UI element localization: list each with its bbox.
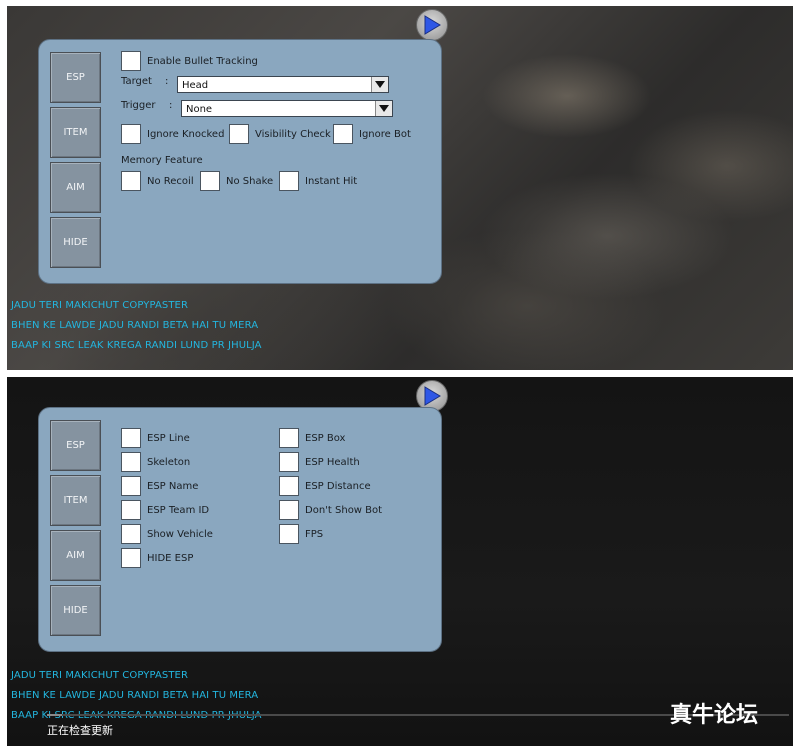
banner-line-2: BHEN KE LAWDE JADU RANDI BETA HAI TU MER… bbox=[11, 320, 259, 331]
ignore-knocked-label: Ignore Knocked bbox=[147, 128, 225, 140]
ignore-bot-label: Ignore Bot bbox=[359, 128, 411, 140]
ignore-knocked-checkbox[interactable] bbox=[121, 124, 141, 144]
no-recoil-option[interactable]: No Recoil bbox=[121, 171, 194, 191]
tab-hide[interactable]: HIDE bbox=[50, 217, 101, 268]
hide-esp-checkbox[interactable] bbox=[121, 548, 141, 568]
trigger-select-value: None bbox=[186, 104, 213, 115]
banner-line-1: JADU TERI MAKICHUT COPYPASTER bbox=[11, 670, 189, 681]
play-arrow-icon bbox=[424, 386, 441, 406]
ignore-bot-checkbox[interactable] bbox=[333, 124, 353, 144]
esp-distance-option[interactable]: ESP Distance bbox=[279, 476, 371, 496]
esp-name-option[interactable]: ESP Name bbox=[121, 476, 198, 496]
update-progress-fill bbox=[47, 714, 62, 716]
fps-checkbox[interactable] bbox=[279, 524, 299, 544]
esp-box-option[interactable]: ESP Box bbox=[279, 428, 345, 448]
banner-line-2: BHEN KE LAWDE JADU RANDI BETA HAI TU MER… bbox=[11, 690, 259, 701]
esp-line-checkbox[interactable] bbox=[121, 428, 141, 448]
no-shake-label: No Shake bbox=[226, 175, 274, 187]
menu-toggle-button[interactable] bbox=[416, 9, 448, 41]
visibility-check-label: Visibility Check bbox=[255, 128, 331, 140]
show-vehicle-option[interactable]: Show Vehicle bbox=[121, 524, 213, 544]
trigger-label: Trigger bbox=[121, 100, 156, 111]
target-select-value: Head bbox=[182, 80, 209, 91]
screenshot-esp-panel: ESP ITEM AIM HIDE ESP Line Skeleton ESP … bbox=[7, 377, 793, 746]
target-select[interactable]: Head bbox=[177, 76, 389, 93]
esp-line-option[interactable]: ESP Line bbox=[121, 428, 190, 448]
banner-line-3: BAAP KI SRC LEAK KREGA RANDI LUND PR JHU… bbox=[11, 340, 262, 351]
banner-line-1: JADU TERI MAKICHUT COPYPASTER bbox=[11, 300, 189, 311]
esp-health-label: ESP Health bbox=[305, 456, 360, 468]
esp-team-id-label: ESP Team ID bbox=[147, 504, 210, 516]
instant-hit-label: Instant Hit bbox=[305, 175, 358, 187]
trigger-colon: : bbox=[169, 100, 173, 111]
triangle-down-icon[interactable] bbox=[375, 101, 392, 116]
dont-show-bot-label: Don't Show Bot bbox=[305, 504, 383, 516]
triangle-down-icon[interactable] bbox=[371, 77, 388, 92]
esp-box-checkbox[interactable] bbox=[279, 428, 299, 448]
fps-option[interactable]: FPS bbox=[279, 524, 323, 544]
no-shake-option[interactable]: No Shake bbox=[200, 171, 273, 191]
tab-aim[interactable]: AIM bbox=[50, 530, 101, 581]
esp-distance-label: ESP Distance bbox=[305, 480, 371, 492]
esp-name-label: ESP Name bbox=[147, 480, 199, 492]
update-status-text: 正在检查更新 bbox=[47, 724, 113, 737]
tab-item[interactable]: ITEM bbox=[50, 475, 101, 526]
esp-line-label: ESP Line bbox=[147, 432, 190, 444]
esp-distance-checkbox[interactable] bbox=[279, 476, 299, 496]
no-recoil-label: No Recoil bbox=[147, 175, 194, 187]
skeleton-label: Skeleton bbox=[147, 456, 191, 468]
trigger-select[interactable]: None bbox=[181, 100, 393, 117]
memory-feature-label: Memory Feature bbox=[121, 155, 203, 166]
ignore-bot-option[interactable]: Ignore Bot bbox=[333, 124, 411, 144]
esp-team-id-checkbox[interactable] bbox=[121, 500, 141, 520]
show-vehicle-label: Show Vehicle bbox=[147, 528, 213, 540]
tab-item[interactable]: ITEM bbox=[50, 107, 101, 158]
tab-esp[interactable]: ESP bbox=[50, 420, 101, 471]
no-recoil-checkbox[interactable] bbox=[121, 171, 141, 191]
fps-label: FPS bbox=[305, 528, 324, 540]
instant-hit-checkbox[interactable] bbox=[279, 171, 299, 191]
instant-hit-option[interactable]: Instant Hit bbox=[279, 171, 357, 191]
enable-bullet-tracking-option[interactable]: Enable Bullet Tracking bbox=[121, 51, 258, 71]
mod-menu-panel: ESP ITEM AIM HIDE ESP Line Skeleton ESP … bbox=[38, 407, 442, 652]
esp-health-option[interactable]: ESP Health bbox=[279, 452, 360, 472]
skeleton-checkbox[interactable] bbox=[121, 452, 141, 472]
esp-name-checkbox[interactable] bbox=[121, 476, 141, 496]
hide-esp-label: HIDE ESP bbox=[147, 552, 194, 564]
enable-bullet-tracking-label: Enable Bullet Tracking bbox=[147, 55, 258, 67]
enable-bullet-tracking-checkbox[interactable] bbox=[121, 51, 141, 71]
tab-esp[interactable]: ESP bbox=[50, 52, 101, 103]
target-colon: : bbox=[165, 76, 169, 87]
mod-menu-panel: ESP ITEM AIM HIDE Enable Bullet Tracking… bbox=[38, 39, 442, 284]
esp-health-checkbox[interactable] bbox=[279, 452, 299, 472]
tab-aim[interactable]: AIM bbox=[50, 162, 101, 213]
visibility-check-checkbox[interactable] bbox=[229, 124, 249, 144]
screenshot-aim-panel: ESP ITEM AIM HIDE Enable Bullet Tracking… bbox=[7, 6, 793, 370]
skeleton-option[interactable]: Skeleton bbox=[121, 452, 190, 472]
ignore-knocked-option[interactable]: Ignore Knocked bbox=[121, 124, 224, 144]
esp-box-label: ESP Box bbox=[305, 432, 346, 444]
hide-esp-option[interactable]: HIDE ESP bbox=[121, 548, 193, 568]
tab-hide[interactable]: HIDE bbox=[50, 585, 101, 636]
play-arrow-icon bbox=[424, 15, 441, 35]
no-shake-checkbox[interactable] bbox=[200, 171, 220, 191]
esp-team-id-option[interactable]: ESP Team ID bbox=[121, 500, 209, 520]
show-vehicle-checkbox[interactable] bbox=[121, 524, 141, 544]
dont-show-bot-option[interactable]: Don't Show Bot bbox=[279, 500, 382, 520]
forum-watermark: 真牛论坛 bbox=[670, 703, 759, 728]
dont-show-bot-checkbox[interactable] bbox=[279, 500, 299, 520]
visibility-check-option[interactable]: Visibility Check bbox=[229, 124, 331, 144]
target-label: Target bbox=[121, 76, 152, 87]
